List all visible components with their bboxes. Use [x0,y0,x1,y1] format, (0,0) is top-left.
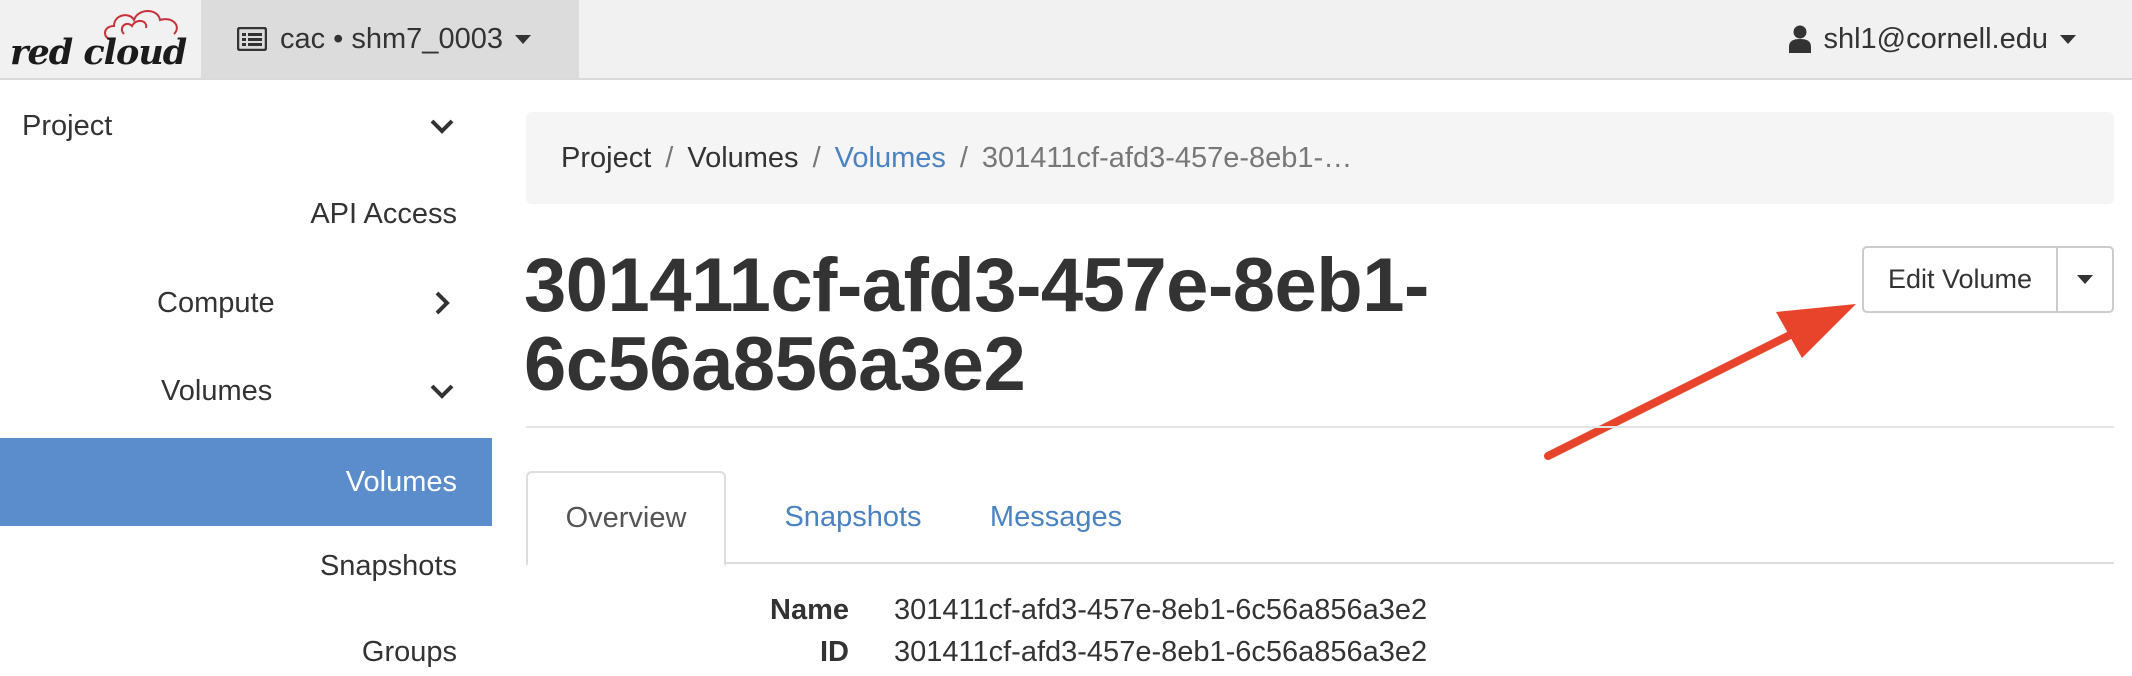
sidebar: Project API Access Compute Volumes Volum… [0,80,492,676]
user-icon [1789,25,1812,53]
user-email: shl1@cornell.edu [1823,22,2048,55]
top-navbar: red cloud cac • shm7_0003 shl1@cornell.e… [0,0,2132,80]
detail-tabs: Overview Snapshots Messages [526,471,2114,566]
caret-down-icon [514,34,531,44]
sidebar-item-label: Project [22,109,113,142]
tab-messages[interactable]: Messages [986,471,1126,564]
detail-value: 301411cf-afd3-457e-8eb1-6c56a856a3e2 [894,593,1428,626]
detail-label: Name [770,593,849,626]
detail-value: 301411cf-afd3-457e-8eb1-6c56a856a3e2 [894,635,1428,668]
breadcrumb-separator: / [812,141,821,174]
user-menu[interactable]: shl1@cornell.edu [1789,0,2076,78]
project-switcher[interactable]: cac • shm7_0003 [201,0,579,78]
breadcrumb-current: 301411cf-afd3-457e-8eb1-… [981,141,1353,174]
breadcrumb: Project / Volumes / Volumes / 301411cf-a… [526,112,2114,204]
sidebar-item-compute[interactable]: Compute [0,260,492,346]
sidebar-item-volumes-group[interactable]: Volumes [0,348,492,434]
list-icon [237,27,267,51]
sidebar-item-label: Snapshots [319,549,457,582]
page-title-line2: 6c56a856a3e2 [524,322,1026,407]
sidebar-item-groups[interactable]: Groups [0,612,492,676]
sidebar-item-snapshots[interactable]: Snapshots [0,526,492,606]
edit-volume-button[interactable]: Edit Volume [1862,246,2058,313]
tab-overview[interactable]: Overview [526,471,726,566]
volume-actions: Edit Volume [1862,246,2114,313]
caret-down-icon [2060,34,2076,44]
page-title-line1: 301411cf-afd3-457e-8eb1- [524,243,1429,328]
sidebar-item-project[interactable]: Project [0,84,492,168]
sidebar-item-label: Volumes [345,465,457,498]
breadcrumb-volumes-link[interactable]: Volumes [835,142,946,175]
detail-row-name: Name 301411cf-afd3-457e-8eb1-6c56a856a3e… [526,590,1826,630]
brand-name: red cloud [10,32,187,73]
sidebar-item-label: API Access [310,197,457,230]
actions-dropdown-toggle[interactable] [2058,246,2114,313]
breadcrumb-separator: / [665,141,674,174]
chevron-down-icon [430,384,454,399]
breadcrumb-separator: / [959,141,968,174]
chevron-down-icon [430,119,454,134]
project-switcher-label: cac • shm7_0003 [280,22,503,55]
title-divider [526,426,2114,428]
sidebar-item-label: Compute [157,286,275,319]
caret-down-icon [2077,275,2093,284]
tab-snapshots[interactable]: Snapshots [768,471,938,564]
annotation-arrow-icon [1544,304,1856,460]
detail-row-id: ID 301411cf-afd3-457e-8eb1-6c56a856a3e2 [526,632,1826,672]
breadcrumb-volumes-group: Volumes [687,141,799,174]
page-title: 301411cf-afd3-457e-8eb1- 6c56a856a3e2 [524,246,1524,404]
breadcrumb-project: Project [561,141,652,174]
sidebar-item-volumes[interactable]: Volumes [0,438,492,526]
chevron-right-icon [435,291,450,315]
sidebar-item-label: Groups [361,635,457,668]
sidebar-item-api-access[interactable]: API Access [0,174,492,254]
red-cloud-logo[interactable]: red cloud [8,6,187,74]
detail-label: ID [820,635,849,668]
sidebar-item-label: Volumes [161,374,273,407]
